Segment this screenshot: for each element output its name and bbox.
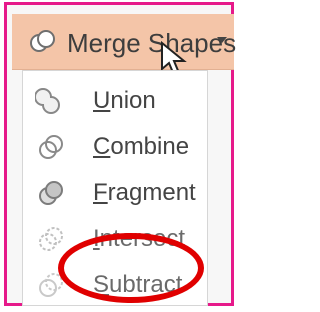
union-icon [35, 88, 60, 114]
dropdown-arrow-icon[interactable] [216, 35, 228, 45]
menu-item-label: Union [93, 87, 156, 114]
intersect-icon [39, 227, 63, 251]
combine-icon [39, 135, 63, 159]
menu-item-label: Combine [93, 133, 190, 160]
merge-shapes-button[interactable]: Merge Shapes [12, 14, 237, 70]
menu-item-combine[interactable]: Combine [23, 125, 209, 169]
fragment-icon [39, 181, 63, 205]
merge-shapes-label: Merge Shapes [67, 28, 237, 58]
menu-item-fragment[interactable]: Fragment [23, 171, 209, 215]
merge-shapes-icon [30, 30, 55, 52]
menu-item-label: Fragment [93, 179, 196, 206]
menu-item-union[interactable]: Union [23, 79, 209, 123]
subtract-highlight-circle [58, 233, 204, 303]
